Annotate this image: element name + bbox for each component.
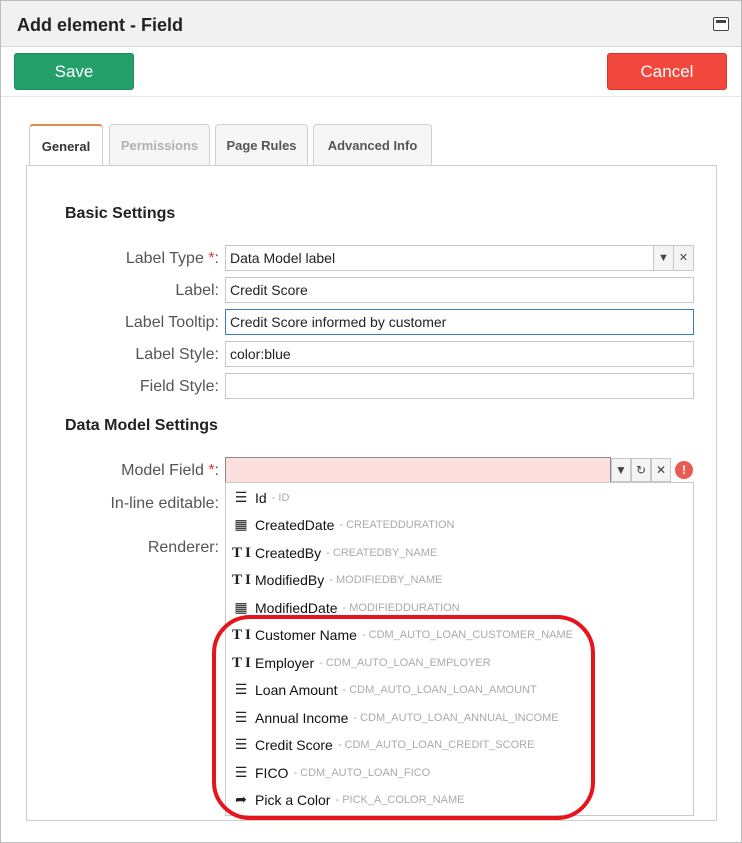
clear-icon[interactable]: ✕ xyxy=(673,246,693,270)
text-type-icon: T I xyxy=(232,626,251,643)
list-icon: ☰ xyxy=(234,682,248,698)
error-icon: ! xyxy=(675,461,693,479)
text-type-icon: T I xyxy=(232,654,251,671)
data-model-settings-heading: Data Model Settings xyxy=(65,417,218,434)
field-style-input[interactable] xyxy=(225,373,694,399)
label-tooltip-input[interactable]: Credit Score informed by customer xyxy=(225,309,694,335)
list-icon: ☰ xyxy=(234,490,248,506)
share-arrow-icon: ➦ xyxy=(235,792,247,808)
model-field-dropdown: ☰ Id - ID ▦ CreatedDate - CREATEDDURATIO… xyxy=(225,482,694,816)
list-item[interactable]: ▦ CreatedDate - CREATEDDURATION xyxy=(232,514,454,536)
refresh-icon[interactable]: ↻ xyxy=(631,458,651,482)
chevron-down-icon[interactable]: ▼ xyxy=(653,246,673,270)
dialog-titlebar: Add element - Field xyxy=(1,1,741,47)
label-field-label: Label: xyxy=(175,282,219,299)
field-style-label: Field Style: xyxy=(139,378,219,395)
label-type-value: Data Model label xyxy=(230,250,336,266)
calendar-icon: ▦ xyxy=(234,517,248,533)
tab-permissions[interactable]: Permissions xyxy=(109,124,210,166)
label-type-label: Label Type *: xyxy=(125,250,219,267)
list-item[interactable]: ➦ Pick a Color - PICK_A_COLOR_NAME xyxy=(232,789,464,811)
text-type-icon: T I xyxy=(232,571,251,588)
calendar-icon: ▦ xyxy=(234,600,248,616)
cancel-button[interactable]: Cancel xyxy=(607,53,727,90)
label-style-label: Label Style: xyxy=(135,346,219,363)
label-tooltip-label: Label Tooltip: xyxy=(125,314,219,331)
dialog-toolbar: Save Cancel xyxy=(1,47,741,97)
list-item[interactable]: T I Employer - CDM_AUTO_LOAN_EMPLOYER xyxy=(232,652,491,674)
chevron-down-icon[interactable]: ▼ xyxy=(611,458,631,482)
clear-icon[interactable]: ✕ xyxy=(651,458,671,482)
model-field-label: Model Field *: xyxy=(121,462,219,479)
tab-page-rules[interactable]: Page Rules xyxy=(215,124,308,166)
list-item[interactable]: T I Customer Name - CDM_AUTO_LOAN_CUSTOM… xyxy=(232,624,573,646)
list-item[interactable]: ☰ Id - ID xyxy=(232,487,290,509)
list-item[interactable]: ☰ Credit Score - CDM_AUTO_LOAN_CREDIT_SC… xyxy=(232,734,535,756)
inline-editable-label: In-line editable: xyxy=(110,495,219,512)
list-item[interactable]: ☰ Annual Income - CDM_AUTO_LOAN_ANNUAL_I… xyxy=(232,707,559,729)
save-button[interactable]: Save xyxy=(14,53,134,90)
list-icon: ☰ xyxy=(234,710,248,726)
model-field-input[interactable] xyxy=(225,457,611,483)
label-style-input[interactable]: color:blue xyxy=(225,341,694,367)
label-type-select[interactable]: Data Model label ▼ ✕ xyxy=(225,245,694,271)
tab-advanced-info[interactable]: Advanced Info xyxy=(313,124,432,166)
list-item[interactable]: T I CreatedBy - CREATEDBY_NAME xyxy=(232,542,437,564)
list-item[interactable]: ▦ ModifiedDate - MODIFIEDDURATION xyxy=(232,597,459,619)
list-item[interactable]: ☰ Loan Amount - CDM_AUTO_LOAN_LOAN_AMOUN… xyxy=(232,679,537,701)
list-item[interactable]: T I ModifiedBy - MODIFIEDBY_NAME xyxy=(232,569,442,591)
tab-general[interactable]: General xyxy=(29,124,103,167)
list-item[interactable]: ☰ FICO - CDM_AUTO_LOAN_FICO xyxy=(232,762,430,784)
add-element-dialog: Add element - Field Save Cancel General … xyxy=(0,0,742,843)
list-icon: ☰ xyxy=(234,765,248,781)
list-icon: ☰ xyxy=(234,737,248,753)
basic-settings-heading: Basic Settings xyxy=(65,205,176,222)
renderer-label: Renderer: xyxy=(147,539,219,556)
text-type-icon: T I xyxy=(232,544,251,561)
dialog-title: Add element - Field xyxy=(17,15,184,35)
maximize-icon[interactable] xyxy=(713,17,729,31)
label-input[interactable]: Credit Score xyxy=(225,277,694,303)
